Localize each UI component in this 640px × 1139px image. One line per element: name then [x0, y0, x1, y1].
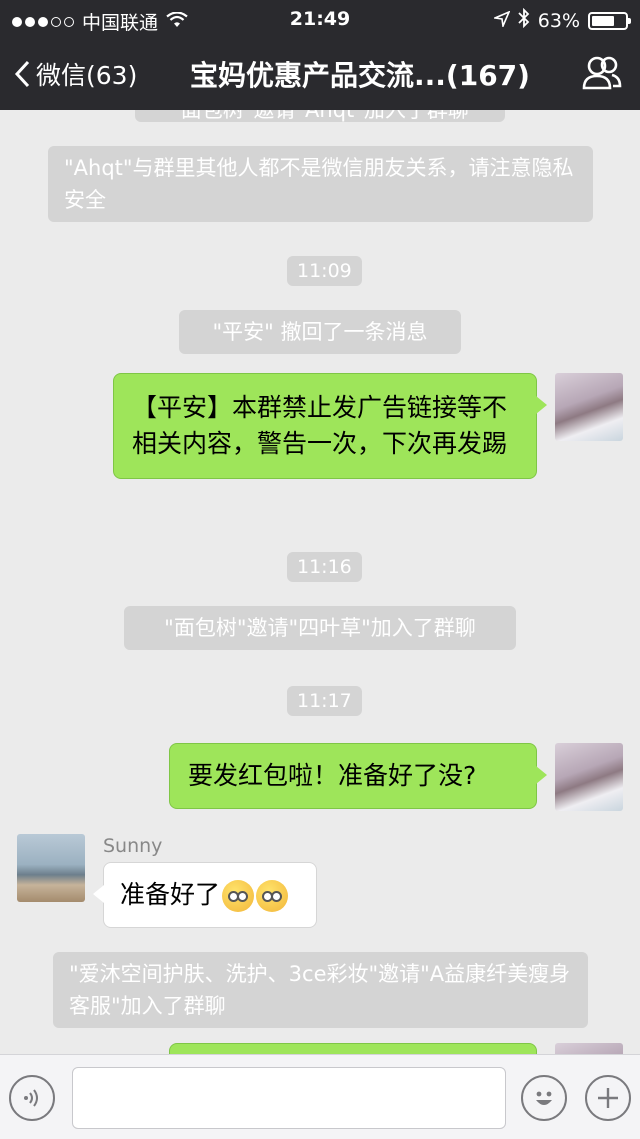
battery-percent: 63% — [537, 9, 580, 32]
message-bubble-sent[interactable]: 【平安】本群禁止发广告链接等不相关内容，警告一次，下次再发踢 — [113, 373, 547, 479]
message-bubble-sent[interactable] — [169, 1043, 537, 1054]
back-button[interactable]: 微信(63) — [14, 56, 137, 92]
timestamp: 11:09 — [287, 256, 362, 286]
battery-icon — [588, 11, 631, 30]
sender-name: Sunny — [103, 835, 163, 857]
emoji-icon — [222, 880, 255, 912]
nav-bar: 微信(63) 宝妈优惠产品交流...(167) — [0, 40, 640, 110]
plus-icon — [598, 1088, 618, 1108]
group-members-button[interactable] — [582, 56, 622, 96]
timestamp: 11:16 — [287, 552, 362, 582]
input-bar — [0, 1054, 640, 1139]
avatar[interactable] — [17, 834, 85, 902]
message-bubble-sent[interactable]: 要发红包啦！准备好了没? — [169, 743, 547, 809]
chat-messages[interactable]: "面包树"邀请"Ahqt"加入了群聊 "Ahqt"与群里其他人都不是微信朋友关系… — [0, 110, 640, 1054]
status-bar: 中国联通 21:49 63% — [0, 0, 640, 40]
status-right: 63% — [491, 7, 631, 33]
message-input[interactable] — [72, 1067, 506, 1129]
more-button[interactable] — [585, 1075, 631, 1121]
system-notice-join: "面包树"邀请"Ahqt"加入了群聊 — [135, 110, 505, 122]
timestamp: 11:17 — [287, 686, 362, 716]
group-members-icon — [582, 56, 622, 90]
message-text: 准备好了 — [120, 880, 221, 909]
chevron-left-icon — [14, 60, 30, 88]
message-bubble-received[interactable]: 准备好了 — [93, 862, 317, 928]
smiley-icon — [536, 1091, 552, 1105]
avatar[interactable] — [555, 1043, 623, 1054]
location-arrow-icon — [491, 9, 511, 32]
chat-title: 宝妈优惠产品交流...(167) — [190, 59, 530, 92]
system-notice-join: "面包树"邀请"四叶草"加入了群聊 — [124, 606, 516, 650]
avatar[interactable] — [555, 743, 623, 811]
system-notice-privacy: "Ahqt"与群里其他人都不是微信朋友关系，请注意隐私安全 — [48, 146, 593, 222]
voice-button[interactable] — [9, 1075, 55, 1121]
system-notice-join: "爱沐空间护肤、洗护、3ce彩妆"邀请"A益康纤美瘦身客服"加入了群聊 — [53, 952, 588, 1028]
avatar[interactable] — [555, 373, 623, 441]
bluetooth-icon — [518, 7, 530, 33]
system-notice-recall: "平安" 撤回了一条消息 — [179, 310, 461, 354]
voice-icon — [24, 1089, 38, 1107]
back-label: 微信(63) — [36, 61, 138, 90]
emoji-icon — [256, 880, 289, 912]
emoji-button[interactable] — [521, 1075, 567, 1121]
